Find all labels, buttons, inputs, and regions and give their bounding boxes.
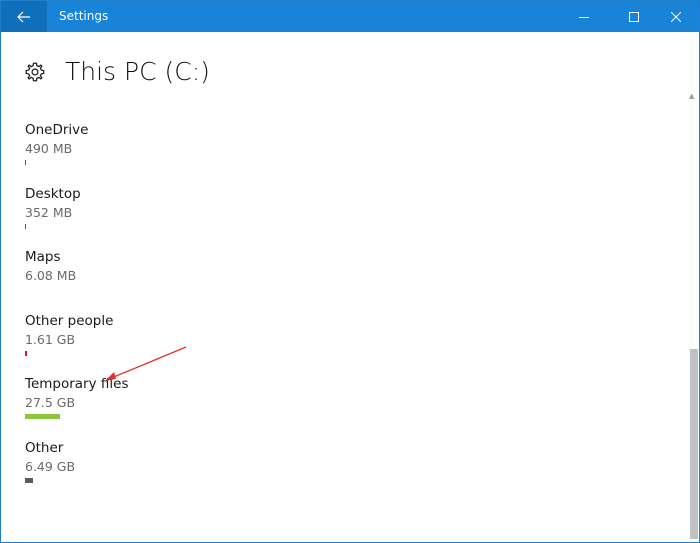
item-name: Temporary files: [25, 376, 129, 392]
usage-bar-fill: [25, 160, 26, 165]
gear-icon: [25, 62, 45, 81]
maximize-icon: [629, 11, 639, 22]
page-header: This PC (C:): [24, 57, 210, 86]
item-name: OneDrive: [25, 122, 89, 138]
settings-window: Settings This PC (C:) OneDrive 490 MB De…: [0, 0, 700, 543]
scroll-up-arrow-icon[interactable]: ▲: [689, 93, 694, 100]
usage-bar: [25, 351, 325, 356]
item-name: Maps: [25, 249, 61, 265]
item-name: Desktop: [25, 186, 81, 202]
maximize-button[interactable]: [611, 1, 657, 32]
usage-bar: [25, 414, 325, 419]
back-arrow-icon: [17, 11, 30, 22]
scrollbar-thumb[interactable]: [690, 349, 698, 539]
usage-bar: [25, 160, 325, 165]
item-name: Other: [25, 440, 64, 456]
usage-bar: [25, 287, 325, 292]
usage-bar-fill: [25, 351, 27, 356]
window-title: Settings: [59, 9, 109, 23]
item-size: 6.08 MB: [25, 268, 77, 283]
close-icon: [671, 11, 681, 22]
item-size: 6.49 GB: [25, 459, 76, 474]
page-title: This PC (C:): [65, 57, 210, 86]
storage-item-maps[interactable]: Maps 6.08 MB: [25, 248, 425, 292]
back-button[interactable]: [1, 1, 47, 32]
storage-item-desktop[interactable]: Desktop 352 MB: [25, 185, 425, 229]
item-size: 1.61 GB: [25, 332, 76, 347]
item-size: 27.5 GB: [25, 395, 76, 410]
usage-bar-fill: [25, 414, 60, 419]
item-size: 352 MB: [25, 205, 73, 220]
item-name: Other people: [25, 313, 114, 329]
minimize-button[interactable]: [561, 1, 607, 32]
close-button[interactable]: [653, 1, 699, 32]
usage-bar: [25, 478, 325, 483]
storage-item-other[interactable]: Other 6.49 GB: [25, 439, 425, 483]
vertical-scrollbar[interactable]: ▲: [687, 89, 699, 541]
storage-item-other-people[interactable]: Other people 1.61 GB: [25, 312, 425, 356]
item-size: 490 MB: [25, 141, 73, 156]
usage-bar-fill: [25, 478, 33, 483]
title-bar: Settings: [1, 1, 699, 32]
storage-item-temporary-files[interactable]: Temporary files 27.5 GB: [25, 375, 425, 419]
usage-bar-fill: [25, 224, 26, 229]
storage-item-onedrive[interactable]: OneDrive 490 MB: [25, 121, 425, 165]
minimize-icon: [579, 16, 589, 18]
usage-bar: [25, 224, 325, 229]
